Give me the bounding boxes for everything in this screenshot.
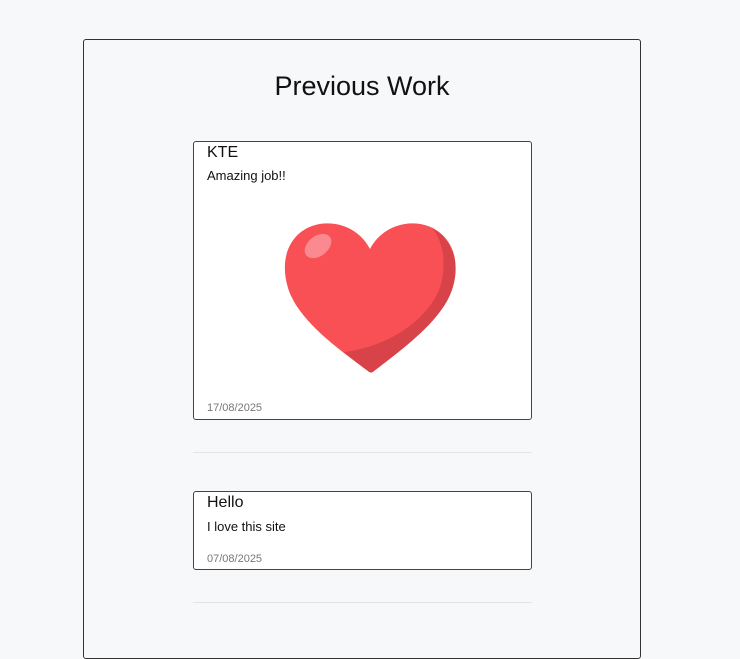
- work-card: Hello I love this site 07/08/2025: [193, 491, 532, 570]
- card-date: 17/08/2025: [207, 402, 263, 414]
- card-text: I love this site: [207, 519, 286, 534]
- divider: [193, 452, 532, 453]
- heart-icon: [284, 223, 456, 373]
- page-title: Previous Work: [274, 71, 450, 101]
- card-title: Hello: [207, 494, 244, 511]
- card-text: Amazing job!!: [207, 168, 286, 183]
- card-title: KTE: [207, 144, 239, 161]
- previous-work-panel: Previous Work KTE Amazing job!! 17/08/20…: [83, 39, 641, 659]
- divider: [193, 602, 532, 603]
- card-date: 07/08/2025: [207, 553, 263, 565]
- work-card: KTE Amazing job!! 17/08/2025: [193, 141, 532, 420]
